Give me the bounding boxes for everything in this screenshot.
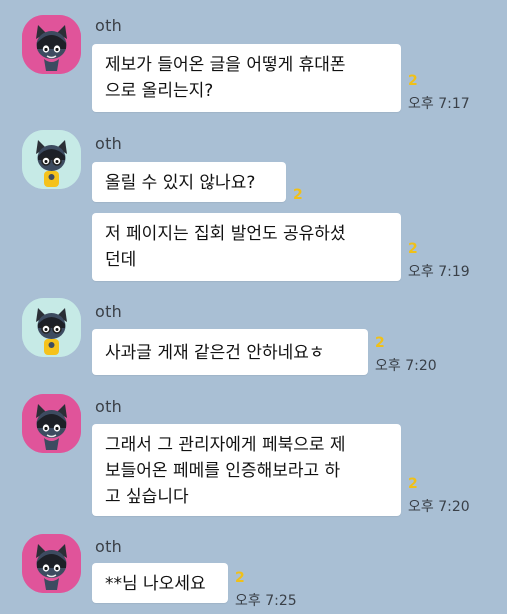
profile-avatar[interactable] xyxy=(22,394,81,453)
message-time: 오후 7:19 xyxy=(408,264,470,280)
message-line: **님 나오세요 xyxy=(105,574,206,594)
pink-cat-avatar-icon xyxy=(22,394,81,453)
message-line: 으로 올리는지? xyxy=(105,81,214,101)
message-time: 오후 7:20 xyxy=(408,499,470,515)
message-bubble[interactable]: 제보가 들어온 글을 어떻게 휴대폰 으로 올리는지? xyxy=(92,44,401,112)
pink-cat-avatar-icon xyxy=(22,534,81,593)
message-bubble[interactable]: 그래서 그 관리자에게 페북으로 제 보들어온 페메를 인증해보라고 하 고 싶… xyxy=(92,424,401,516)
message-bubble[interactable]: 사과글 게재 같은건 안하네요ㅎ xyxy=(92,329,368,375)
message-bubble[interactable]: **님 나오세요 xyxy=(92,563,228,603)
message-line: 그래서 그 관리자에게 페북으로 제 xyxy=(105,435,346,455)
message-time: 오후 7:25 xyxy=(235,593,297,609)
message-bubble[interactable]: 저 페이지는 집회 발언도 공유하셨 던데 xyxy=(92,213,401,281)
sender-name: oth xyxy=(95,302,123,321)
profile-avatar[interactable] xyxy=(22,298,81,357)
unread-count: 2 xyxy=(408,73,418,89)
message-line: 던데 xyxy=(105,250,137,270)
sender-name: oth xyxy=(95,537,123,556)
unread-count: 2 xyxy=(235,570,245,586)
profile-avatar[interactable] xyxy=(22,130,81,189)
message-line: 제보가 들어온 글을 어떻게 휴대폰 xyxy=(105,55,346,75)
message-line: 고 싶습니다 xyxy=(105,487,189,507)
unread-count: 2 xyxy=(408,241,418,257)
message-line: 저 페이지는 집회 발언도 공유하셨 xyxy=(105,224,346,244)
profile-avatar[interactable] xyxy=(22,15,81,74)
pink-cat-avatar-icon xyxy=(22,15,81,74)
message-line: 사과글 게재 같은건 안하네요ㅎ xyxy=(105,343,325,363)
unread-count: 2 xyxy=(293,187,303,203)
message-bubble[interactable]: 올릴 수 있지 않나요? xyxy=(92,162,286,202)
message-time: 오후 7:17 xyxy=(408,96,470,112)
message-time: 오후 7:20 xyxy=(375,358,437,374)
message-line: 올릴 수 있지 않나요? xyxy=(105,173,256,193)
profile-avatar[interactable] xyxy=(22,534,81,593)
mint-cat-avatar-icon xyxy=(22,298,81,357)
mint-cat-avatar-icon xyxy=(22,130,81,189)
sender-name: oth xyxy=(95,134,123,153)
sender-name: oth xyxy=(95,397,123,416)
unread-count: 2 xyxy=(375,335,385,351)
message-line: 보들어온 페메를 인증해보라고 하 xyxy=(105,461,341,481)
unread-count: 2 xyxy=(408,476,418,492)
sender-name: oth xyxy=(95,16,123,35)
